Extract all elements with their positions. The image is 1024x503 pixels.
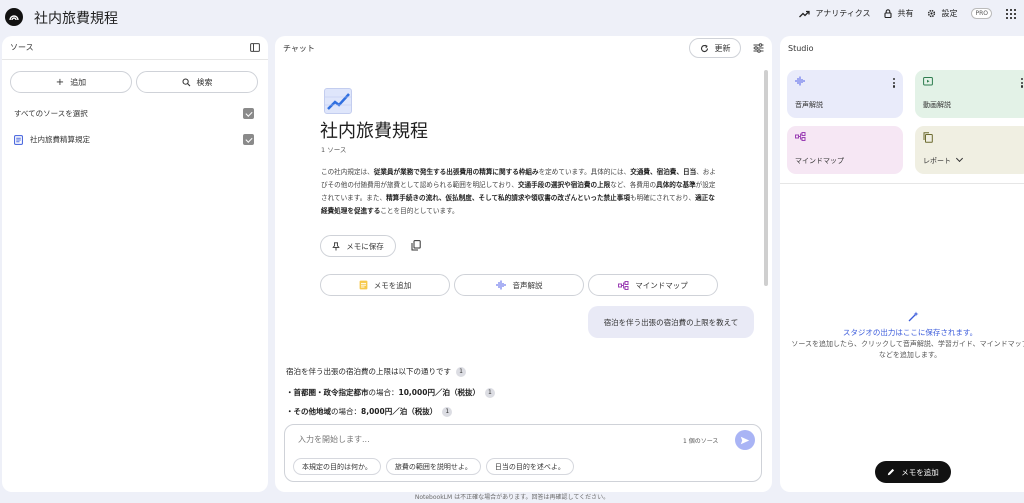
citation-badge[interactable]: 1 [484, 387, 495, 398]
chat-panel: チャット 更新 社内旅費規程 1 ソース この社内規定は、従業員が業務で発生する… [275, 36, 772, 492]
chat-scrollbar[interactable] [764, 70, 768, 286]
refresh-button[interactable]: 更新 [689, 38, 741, 58]
suggestion-chip[interactable]: 日当の目的を述べよ。 [485, 458, 574, 475]
source-item[interactable]: 社内旅費精算規定 [14, 134, 254, 145]
sources-header: ソース [2, 36, 268, 60]
audio-overview-button[interactable]: 音声解説 [454, 274, 584, 296]
notebook-title[interactable]: 社内旅費規程 [34, 8, 118, 28]
select-all-checkbox[interactable] [243, 108, 254, 119]
answer-intro: 宿泊を伴う出張の宿泊費の上限は以下の通りです 1 [286, 366, 466, 377]
notebooklm-logo-icon[interactable] [5, 8, 23, 26]
chat-header: チャット 更新 [275, 36, 772, 60]
studio-divider [780, 183, 1024, 184]
send-icon [740, 436, 750, 444]
input-source-count: 1 個のソース [683, 438, 719, 445]
chat-input[interactable]: 入力を開始します... [298, 434, 370, 445]
report-icon [923, 132, 933, 143]
citation-badge[interactable]: 1 [456, 366, 466, 377]
chat-title: チャット [283, 43, 315, 53]
pencil-icon [888, 468, 895, 476]
plus-icon: + [55, 76, 65, 88]
studio-card-label: マインドマップ [795, 157, 844, 165]
settings-label: 設定 [941, 9, 958, 18]
studio-card-mindmap[interactable]: マインドマップ [787, 126, 903, 174]
discover-sources-button[interactable]: 検索 [136, 71, 258, 93]
studio-card-label: レポート [923, 154, 964, 166]
studio-card-report[interactable]: レポート [915, 126, 1024, 174]
audio-wave-icon [496, 280, 505, 290]
add-note-button[interactable]: メモを追加 [320, 274, 450, 296]
pin-icon [332, 241, 340, 250]
studio-card-video[interactable]: 動画解説 [915, 70, 1024, 118]
studio-header: Studio [780, 36, 1024, 60]
add-source-label: 追加 [70, 77, 87, 87]
discover-sources-label: 検索 [196, 77, 213, 87]
citation-badge[interactable]: 1 [442, 406, 453, 417]
source-item-label: 社内旅費精算規定 [30, 135, 90, 144]
share-label: 共有 [897, 9, 914, 18]
disclaimer-footer: NotebookLM は不正確な場合があります。回答は再確認してください。 [414, 494, 610, 501]
studio-title: Studio [788, 43, 814, 53]
notebook-summary: この社内規定は、従業員が業務で発生する出張費用の精算に関する枠組みを定めています… [321, 168, 716, 215]
trending-up-icon [799, 10, 811, 17]
mindmap-icon [618, 280, 629, 290]
select-all-label: すべてのソースを選択 [14, 109, 88, 118]
sources-title: ソース [10, 43, 34, 52]
analytics-label: アナリティクス [815, 9, 871, 18]
source-item-checkbox[interactable] [243, 134, 254, 145]
answer-line-2: ・その他地域の場合：8,000円／泊（税抜） 1 [286, 406, 453, 417]
settings-button[interactable]: 設定 [927, 8, 957, 19]
document-icon [14, 134, 23, 145]
add-source-button[interactable]: + 追加 [10, 71, 132, 93]
send-button[interactable] [735, 430, 755, 450]
collapse-panel-icon[interactable] [250, 43, 260, 52]
save-memo-button[interactable]: メモに保存 [320, 235, 396, 257]
studio-empty-description: ソースを追加したら、クリックして音声解説、学習ガイド、マインドマップなどを追加し… [791, 340, 1024, 359]
chevron-down-icon [956, 154, 964, 163]
more-options-icon[interactable] [892, 78, 895, 88]
chat-input-box[interactable]: 入力を開始します... 1 個のソース 本規定の目的は何か。 旅費の範囲を説明せ… [284, 424, 762, 482]
add-memo-label: メモを追加 [901, 467, 939, 477]
audio-overview-label: 音声解説 [512, 280, 543, 290]
analytics-button[interactable]: アナリティクス [799, 8, 870, 19]
more-options-icon[interactable] [1020, 78, 1023, 88]
video-icon [923, 77, 933, 86]
notebook-emoji-icon [324, 88, 352, 114]
refresh-icon [700, 44, 708, 52]
select-all-row[interactable]: すべてのソースを選択 [14, 108, 254, 119]
gear-icon [928, 9, 936, 18]
answer-line-1: ・首都圏・政令指定都市の場合：10,000円／泊（税抜） 1 [286, 387, 495, 398]
share-button[interactable]: 共有 [884, 8, 913, 19]
lock-icon [884, 9, 893, 18]
studio-panel: Studio 音声解説 動画解説 マインドマップ レポート スタジオの出力はここ… [780, 36, 1024, 492]
sources-panel: ソース + 追加 検索 すべてのソースを選択 社内旅費精算規定 [2, 36, 268, 492]
note-icon [359, 280, 368, 290]
studio-card-label: 音声解説 [795, 101, 823, 109]
refresh-label: 更新 [714, 43, 731, 53]
top-bar: 社内旅費規程 アナリティクス 共有 設定 PRO [0, 0, 1024, 34]
add-memo-button[interactable]: メモを追加 [875, 461, 951, 483]
suggestion-chip[interactable]: 旅費の範囲を説明せよ。 [385, 458, 481, 475]
suggestion-chip[interactable]: 本規定の目的は何か。 [293, 458, 381, 475]
pro-badge: PRO [971, 8, 992, 19]
notebook-heading: 社内旅費規程 [320, 121, 428, 142]
save-memo-label: メモに保存 [346, 241, 384, 251]
audio-wave-icon [795, 76, 805, 86]
studio-card-label: 動画解説 [923, 101, 951, 109]
mindmap-label: マインドマップ [635, 280, 688, 290]
studio-empty-title: スタジオの出力はここに保存されます。 [842, 328, 978, 337]
studio-card-audio[interactable]: 音声解説 [787, 70, 903, 118]
search-spark-icon [182, 78, 190, 86]
user-message-bubble: 宿泊を伴う出張の宿泊費の上限を教えて [588, 306, 754, 338]
tune-icon[interactable] [753, 43, 764, 53]
mindmap-icon [795, 132, 806, 141]
add-note-label: メモを追加 [373, 280, 412, 290]
apps-grid-icon[interactable] [1006, 8, 1016, 19]
magic-wand-icon [908, 311, 919, 322]
mindmap-button[interactable]: マインドマップ [588, 274, 718, 296]
notebook-source-count: 1 ソース [321, 146, 347, 154]
copy-icon[interactable] [411, 240, 421, 251]
